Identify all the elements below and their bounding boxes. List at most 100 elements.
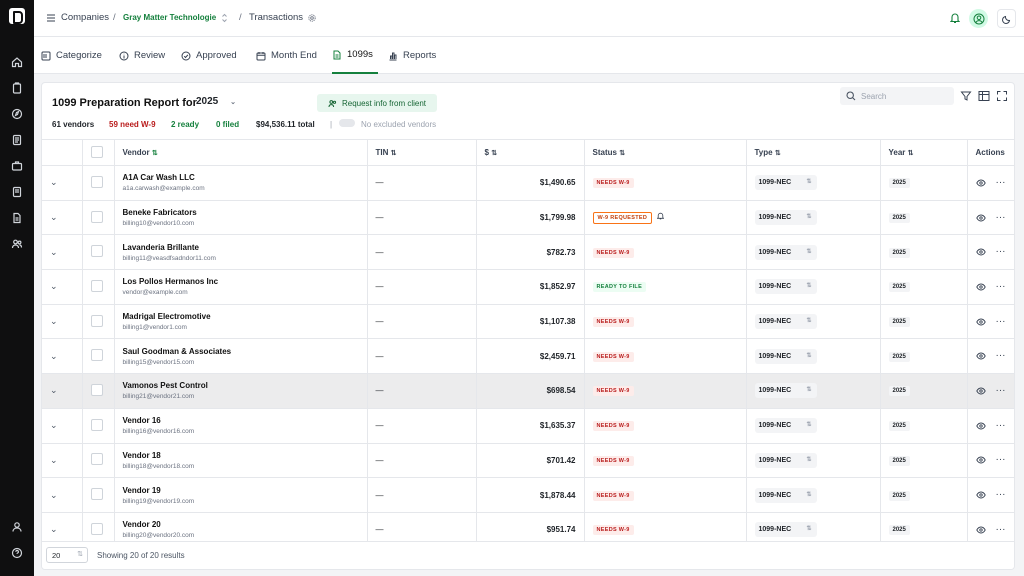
chevron-down-icon[interactable]: ⌄ [50,420,58,430]
more-options-icon[interactable]: ··· [996,490,1006,500]
more-options-icon[interactable]: ··· [996,351,1006,361]
help-icon[interactable] [10,546,24,560]
sort-icon[interactable]: ⇅ [391,150,397,157]
vendor-name[interactable]: Vendor 19 [123,486,367,495]
more-options-icon[interactable]: ··· [996,420,1006,430]
chevron-down-icon[interactable]: ⌄ [50,212,58,222]
eye-icon[interactable] [975,491,986,499]
row-checkbox[interactable] [90,245,103,258]
select-all-checkbox[interactable] [90,145,103,158]
column-header-year[interactable]: Year ⇅ [880,139,968,166]
request-info-button[interactable]: Request info from client [317,94,437,112]
column-header-status[interactable]: Status ⇅ [584,139,747,166]
type-select[interactable]: 1099-NEC ⇅ [754,244,817,260]
more-options-icon[interactable]: ··· [996,177,1006,187]
sort-icon[interactable]: ⇅ [619,150,625,157]
type-select[interactable]: 1099-NEC ⇅ [754,314,817,330]
row-checkbox[interactable] [90,522,103,535]
row-checkbox[interactable] [90,349,103,362]
row-checkbox[interactable] [90,210,103,223]
row-checkbox[interactable] [90,418,103,431]
search-input[interactable]: Search [840,87,954,105]
columns-icon[interactable] [978,90,990,102]
table-row[interactable]: ⌄ Lavanderia Brillante billing11@veasdfsad… [42,234,1014,271]
eye-icon[interactable] [975,179,986,187]
vendor-name[interactable]: Vendor 20 [123,520,367,529]
type-select[interactable]: 1099-NEC ⇅ [754,279,817,295]
bell-icon[interactable] [656,212,665,220]
filter-icon[interactable] [960,90,972,102]
more-options-icon[interactable]: ··· [996,281,1006,291]
eye-icon[interactable] [975,352,986,360]
sort-asc-icon[interactable]: ⇅ [152,150,158,157]
column-header-vendor[interactable]: Vendor ⇅ [114,139,368,166]
table-row[interactable]: ⌄ Saul Goodman & Associates billing15@vend… [42,338,1014,375]
account-icon[interactable] [10,520,24,534]
type-select[interactable]: 1099-NEC ⇅ [754,418,817,434]
more-options-icon[interactable]: ··· [996,212,1006,222]
type-select[interactable]: 1099-NEC ⇅ [754,210,817,226]
tab-1099s[interactable]: 1099s [332,37,378,74]
vendor-name[interactable]: Vamonos Pest Control [123,381,367,390]
column-header-amount[interactable]: $ ⇅ [476,139,585,166]
tab-month-end[interactable]: Month End [256,37,317,74]
more-options-icon[interactable]: ··· [996,247,1006,257]
chevron-down-icon[interactable]: ⌄ [50,247,58,257]
chevron-down-icon[interactable]: ⌄ [50,316,58,326]
file-icon[interactable] [10,211,24,225]
briefcase-icon[interactable] [10,159,24,173]
type-select[interactable]: 1099-NEC ⇅ [754,383,817,399]
row-checkbox[interactable] [90,314,103,327]
row-checkbox[interactable] [90,175,103,188]
sort-icon[interactable]: ⇅ [491,150,497,157]
year-select[interactable]: 2025 ⌄ [190,94,240,111]
chevron-up-down-icon[interactable] [221,13,228,23]
menu-icon[interactable] [46,13,56,23]
more-options-icon[interactable]: ··· [996,385,1006,395]
eye-icon[interactable] [975,248,986,256]
report-icon[interactable] [10,185,24,199]
sort-icon[interactable]: ⇅ [908,150,914,157]
more-options-icon[interactable]: ··· [996,455,1006,465]
vendor-name[interactable]: Vendor 16 [123,416,367,425]
tab-reports[interactable]: Reports [388,37,436,74]
table-row[interactable]: ⌄ Beneke Fabricators billing10@vendor10.co… [42,200,1014,236]
eye-icon[interactable] [975,387,986,395]
eye-icon[interactable] [975,526,986,534]
theme-toggle-button[interactable] [997,9,1016,28]
chevron-down-icon[interactable]: ⌄ [50,385,58,395]
chevron-down-icon[interactable]: ⌄ [50,281,58,291]
row-checkbox[interactable] [90,453,103,466]
chevron-down-icon[interactable]: ⌄ [50,490,58,500]
avatar[interactable] [969,9,988,28]
type-select[interactable]: 1099-NEC ⇅ [754,452,817,468]
vendor-name[interactable]: Los Pollos Hermanos Inc [123,277,367,286]
table-row[interactable]: ⌄ Vamonos Pest Control billing21@vendor21.… [42,373,1014,409]
column-header-type[interactable]: Type ⇅ [746,139,881,166]
clipboard-icon[interactable] [10,81,24,95]
breadcrumb-organization[interactable]: Gray Matter Technologie [123,13,216,22]
more-options-icon[interactable]: ··· [996,316,1006,326]
per-page-select[interactable]: 20 ⇅ [46,547,88,563]
vendor-name[interactable]: Vendor 18 [123,451,367,460]
ledger-icon[interactable] [10,133,24,147]
breadcrumb-companies[interactable]: Companies [61,12,109,23]
fullscreen-icon[interactable] [996,90,1008,102]
users-icon[interactable] [10,237,24,251]
eye-icon[interactable] [975,214,986,222]
eye-icon[interactable] [975,318,986,326]
vendor-name[interactable]: Beneke Fabricators [123,208,367,217]
type-select[interactable]: 1099-NEC ⇅ [754,487,817,503]
vendor-name[interactable]: Saul Goodman & Associates [123,347,367,356]
table-row[interactable]: ⌄ Vendor 18 billing18@vendor18.com — $701.42… [42,443,1014,479]
table-row[interactable]: ⌄ Vendor 16 billing16@vendor16.com — $1,635.… [42,408,1014,444]
column-header-tin[interactable]: TIN ⇅ [367,139,477,166]
home-icon[interactable] [10,55,24,69]
eye-icon[interactable] [975,283,986,291]
type-select[interactable]: 1099-NEC ⇅ [754,522,817,538]
row-checkbox[interactable] [90,279,103,292]
row-checkbox[interactable] [90,383,103,396]
excluded-vendors-toggle[interactable] [339,119,355,127]
chevron-down-icon[interactable]: ⌄ [50,524,58,534]
settings-icon[interactable] [308,14,316,22]
